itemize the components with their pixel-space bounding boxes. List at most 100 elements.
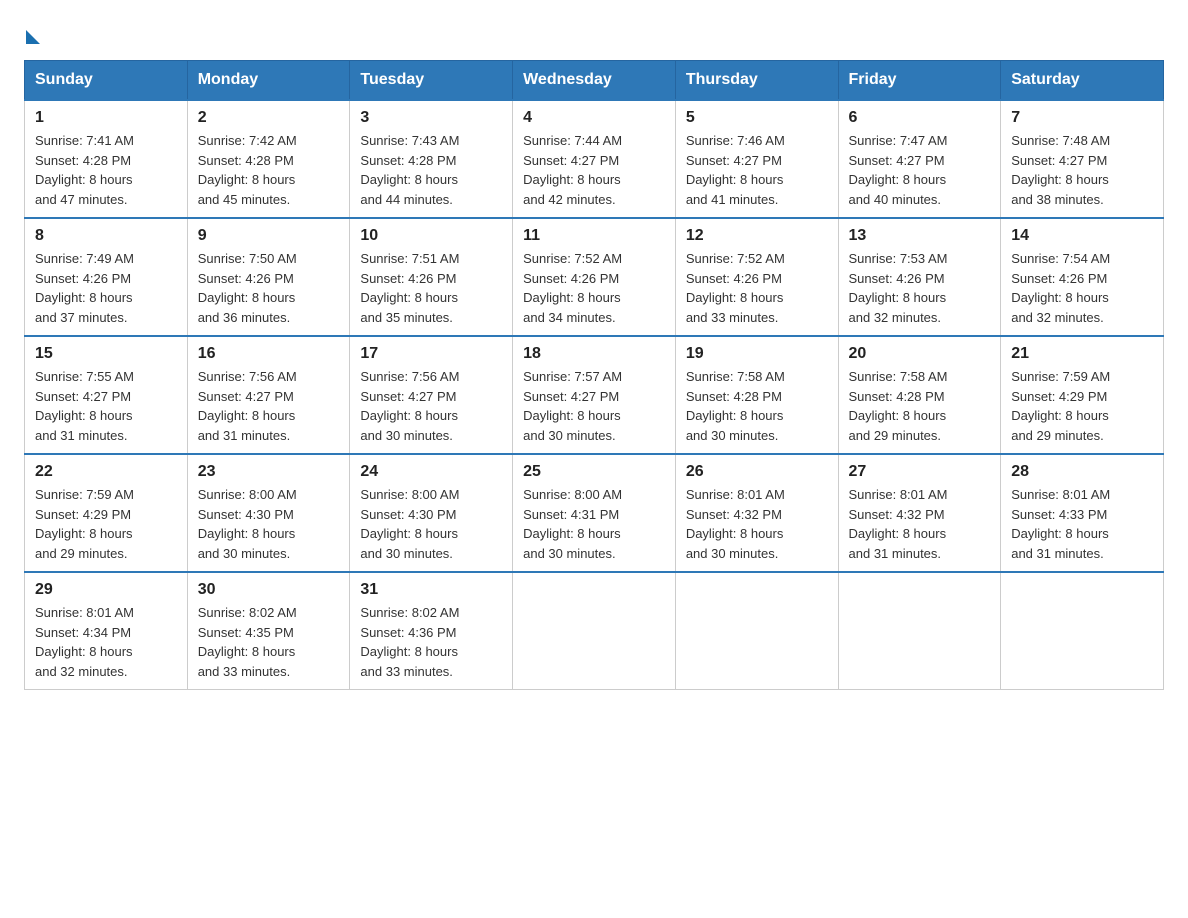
day-header-sunday: Sunday xyxy=(25,61,188,101)
day-number: 23 xyxy=(198,463,340,481)
calendar-cell: 29 Sunrise: 8:01 AMSunset: 4:34 PMDayligh… xyxy=(25,572,188,690)
day-info: Sunrise: 7:50 AMSunset: 4:26 PMDaylight:… xyxy=(198,249,340,327)
day-header-wednesday: Wednesday xyxy=(513,61,676,101)
day-info: Sunrise: 7:58 AMSunset: 4:28 PMDaylight:… xyxy=(849,367,991,445)
day-number: 21 xyxy=(1011,345,1153,363)
day-header-saturday: Saturday xyxy=(1001,61,1164,101)
day-info: Sunrise: 7:56 AMSunset: 4:27 PMDaylight:… xyxy=(198,367,340,445)
day-header-thursday: Thursday xyxy=(675,61,838,101)
calendar-cell: 8 Sunrise: 7:49 AMSunset: 4:26 PMDaylight… xyxy=(25,218,188,336)
day-info: Sunrise: 7:51 AMSunset: 4:26 PMDaylight:… xyxy=(360,249,502,327)
day-info: Sunrise: 7:49 AMSunset: 4:26 PMDaylight:… xyxy=(35,249,177,327)
day-number: 4 xyxy=(523,109,665,127)
page-header xyxy=(24,24,1164,44)
day-number: 25 xyxy=(523,463,665,481)
day-number: 8 xyxy=(35,227,177,245)
day-info: Sunrise: 7:59 AMSunset: 4:29 PMDaylight:… xyxy=(1011,367,1153,445)
day-info: Sunrise: 7:55 AMSunset: 4:27 PMDaylight:… xyxy=(35,367,177,445)
calendar-cell: 15 Sunrise: 7:55 AMSunset: 4:27 PMDayligh… xyxy=(25,336,188,454)
day-number: 7 xyxy=(1011,109,1153,127)
day-info: Sunrise: 7:53 AMSunset: 4:26 PMDaylight:… xyxy=(849,249,991,327)
day-info: Sunrise: 7:42 AMSunset: 4:28 PMDaylight:… xyxy=(198,131,340,209)
day-number: 19 xyxy=(686,345,828,363)
calendar-cell: 1 Sunrise: 7:41 AMSunset: 4:28 PMDaylight… xyxy=(25,100,188,218)
day-info: Sunrise: 8:01 AMSunset: 4:34 PMDaylight:… xyxy=(35,603,177,681)
day-number: 10 xyxy=(360,227,502,245)
calendar-cell: 2Sunrise: 7:42 AMSunset: 4:28 PMDaylight… xyxy=(187,100,350,218)
day-number: 20 xyxy=(849,345,991,363)
day-number: 5 xyxy=(686,109,828,127)
day-number: 13 xyxy=(849,227,991,245)
calendar-cell xyxy=(1001,572,1164,690)
calendar-cell: 28Sunrise: 8:01 AMSunset: 4:33 PMDayligh… xyxy=(1001,454,1164,572)
calendar-cell: 6 Sunrise: 7:47 AMSunset: 4:27 PMDaylight… xyxy=(838,100,1001,218)
calendar-cell: 7 Sunrise: 7:48 AMSunset: 4:27 PMDaylight… xyxy=(1001,100,1164,218)
calendar-cell: 19 Sunrise: 7:58 AMSunset: 4:28 PMDayligh… xyxy=(675,336,838,454)
day-number: 26 xyxy=(686,463,828,481)
day-header-friday: Friday xyxy=(838,61,1001,101)
day-info: Sunrise: 7:59 AMSunset: 4:29 PMDaylight:… xyxy=(35,485,177,563)
day-number: 16 xyxy=(198,345,340,363)
calendar-cell: 12 Sunrise: 7:52 AMSunset: 4:26 PMDayligh… xyxy=(675,218,838,336)
day-number: 9 xyxy=(198,227,340,245)
day-number: 30 xyxy=(198,581,340,599)
day-number: 12 xyxy=(686,227,828,245)
day-info: Sunrise: 7:52 AMSunset: 4:26 PMDaylight:… xyxy=(686,249,828,327)
day-number: 24 xyxy=(360,463,502,481)
calendar-cell xyxy=(675,572,838,690)
day-info: Sunrise: 7:46 AMSunset: 4:27 PMDaylight:… xyxy=(686,131,828,209)
day-info: Sunrise: 7:58 AMSunset: 4:28 PMDaylight:… xyxy=(686,367,828,445)
calendar-cell: 30 Sunrise: 8:02 AMSunset: 4:35 PMDayligh… xyxy=(187,572,350,690)
day-info: Sunrise: 7:47 AMSunset: 4:27 PMDaylight:… xyxy=(849,131,991,209)
day-number: 11 xyxy=(523,227,665,245)
day-info: Sunrise: 8:00 AMSunset: 4:30 PMDaylight:… xyxy=(198,485,340,563)
calendar-table: SundayMondayTuesdayWednesdayThursdayFrid… xyxy=(24,60,1164,690)
day-number: 6 xyxy=(849,109,991,127)
day-info: Sunrise: 8:01 AMSunset: 4:32 PMDaylight:… xyxy=(849,485,991,563)
calendar-cell: 27 Sunrise: 8:01 AMSunset: 4:32 PMDayligh… xyxy=(838,454,1001,572)
calendar-cell: 17Sunrise: 7:56 AMSunset: 4:27 PMDayligh… xyxy=(350,336,513,454)
calendar-cell: 13 Sunrise: 7:53 AMSunset: 4:26 PMDayligh… xyxy=(838,218,1001,336)
day-info: Sunrise: 7:41 AMSunset: 4:28 PMDaylight:… xyxy=(35,131,177,209)
week-row-5: 29 Sunrise: 8:01 AMSunset: 4:34 PMDayligh… xyxy=(25,572,1164,690)
calendar-cell: 4 Sunrise: 7:44 AMSunset: 4:27 PMDaylight… xyxy=(513,100,676,218)
days-header-row: SundayMondayTuesdayWednesdayThursdayFrid… xyxy=(25,61,1164,101)
calendar-cell xyxy=(513,572,676,690)
day-info: Sunrise: 7:44 AMSunset: 4:27 PMDaylight:… xyxy=(523,131,665,209)
calendar-cell: 31 Sunrise: 8:02 AMSunset: 4:36 PMDayligh… xyxy=(350,572,513,690)
calendar-cell: 20 Sunrise: 7:58 AMSunset: 4:28 PMDayligh… xyxy=(838,336,1001,454)
day-info: Sunrise: 8:02 AMSunset: 4:35 PMDaylight:… xyxy=(198,603,340,681)
day-number: 15 xyxy=(35,345,177,363)
day-number: 31 xyxy=(360,581,502,599)
day-number: 29 xyxy=(35,581,177,599)
calendar-cell xyxy=(838,572,1001,690)
calendar-cell: 14 Sunrise: 7:54 AMSunset: 4:26 PMDayligh… xyxy=(1001,218,1164,336)
week-row-1: 1 Sunrise: 7:41 AMSunset: 4:28 PMDaylight… xyxy=(25,100,1164,218)
week-row-4: 22Sunrise: 7:59 AMSunset: 4:29 PMDayligh… xyxy=(25,454,1164,572)
day-info: Sunrise: 7:52 AMSunset: 4:26 PMDaylight:… xyxy=(523,249,665,327)
calendar-cell: 25 Sunrise: 8:00 AMSunset: 4:31 PMDayligh… xyxy=(513,454,676,572)
day-number: 1 xyxy=(35,109,177,127)
calendar-cell: 16 Sunrise: 7:56 AMSunset: 4:27 PMDayligh… xyxy=(187,336,350,454)
day-header-tuesday: Tuesday xyxy=(350,61,513,101)
logo-arrow-icon xyxy=(26,30,40,44)
day-info: Sunrise: 8:00 AMSunset: 4:30 PMDaylight:… xyxy=(360,485,502,563)
day-info: Sunrise: 8:00 AMSunset: 4:31 PMDaylight:… xyxy=(523,485,665,563)
week-row-3: 15 Sunrise: 7:55 AMSunset: 4:27 PMDayligh… xyxy=(25,336,1164,454)
day-number: 27 xyxy=(849,463,991,481)
logo xyxy=(24,24,40,44)
calendar-cell: 22Sunrise: 7:59 AMSunset: 4:29 PMDayligh… xyxy=(25,454,188,572)
calendar-cell: 24 Sunrise: 8:00 AMSunset: 4:30 PMDayligh… xyxy=(350,454,513,572)
day-number: 14 xyxy=(1011,227,1153,245)
day-info: Sunrise: 8:02 AMSunset: 4:36 PMDaylight:… xyxy=(360,603,502,681)
calendar-cell: 23 Sunrise: 8:00 AMSunset: 4:30 PMDayligh… xyxy=(187,454,350,572)
calendar-cell: 9 Sunrise: 7:50 AMSunset: 4:26 PMDaylight… xyxy=(187,218,350,336)
day-info: Sunrise: 7:43 AMSunset: 4:28 PMDaylight:… xyxy=(360,131,502,209)
day-info: Sunrise: 8:01 AMSunset: 4:32 PMDaylight:… xyxy=(686,485,828,563)
day-info: Sunrise: 7:54 AMSunset: 4:26 PMDaylight:… xyxy=(1011,249,1153,327)
calendar-cell: 11 Sunrise: 7:52 AMSunset: 4:26 PMDayligh… xyxy=(513,218,676,336)
day-number: 3 xyxy=(360,109,502,127)
calendar-cell: 26 Sunrise: 8:01 AMSunset: 4:32 PMDayligh… xyxy=(675,454,838,572)
day-info: Sunrise: 7:48 AMSunset: 4:27 PMDaylight:… xyxy=(1011,131,1153,209)
calendar-cell: 10 Sunrise: 7:51 AMSunset: 4:26 PMDayligh… xyxy=(350,218,513,336)
